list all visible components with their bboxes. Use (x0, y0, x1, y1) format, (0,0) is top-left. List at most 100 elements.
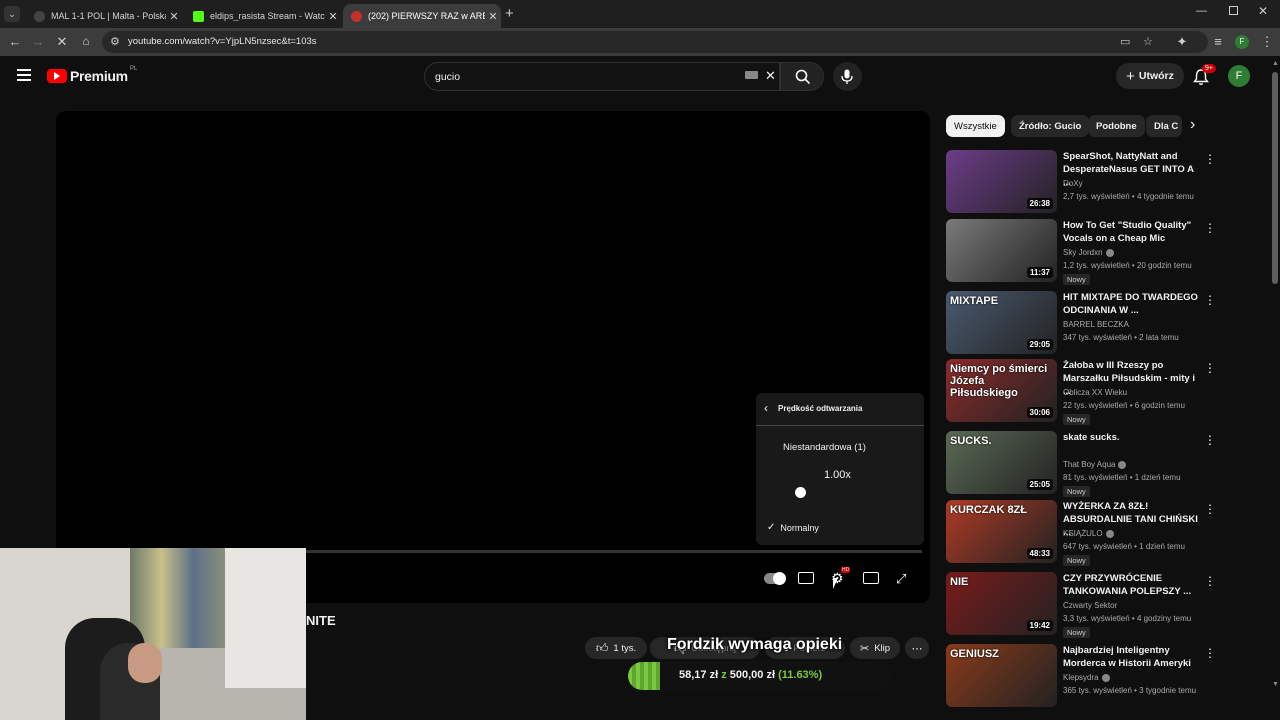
video-thumbnail[interactable]: 26:38 (946, 150, 1057, 213)
more-vertical-icon[interactable]: ⋮ (1204, 502, 1216, 516)
recommendation-title[interactable]: How To Get "Studio Quality" Vocals on a … (1063, 219, 1198, 245)
browser-tab-active[interactable]: (202) PIERWSZY RAZ w ARENA ✕ (343, 4, 501, 28)
create-button[interactable]: + Utwórz (1116, 63, 1184, 89)
browser-menu-icon[interactable]: ⋮ (1259, 34, 1275, 50)
miniplayer-icon[interactable] (863, 572, 879, 584)
recommendation-channel[interactable]: Klepsydra (1063, 673, 1110, 682)
video-thumbnail[interactable]: KURCZAK 8ZŁ 48:33 (946, 500, 1057, 563)
media-controls-icon[interactable]: ≡ (1210, 34, 1226, 49)
scrollbar-up-icon[interactable]: ▲ (1272, 60, 1279, 67)
chip-related[interactable]: Podobne (1088, 115, 1145, 137)
normal-speed-option[interactable]: ✓ Normalny (767, 522, 819, 533)
profile-avatar[interactable]: F (1235, 35, 1249, 49)
recommendation-channel[interactable]: KSIĄŻULO (1063, 529, 1114, 538)
more-vertical-icon[interactable]: ⋮ (1204, 433, 1216, 447)
clear-search-icon[interactable]: ✕ (765, 68, 776, 84)
recommendation-channel[interactable]: Czwarty Sektor (1063, 601, 1117, 610)
recommendation-item[interactable]: KURCZAK 8ZŁ 48:33 WYŻERKA ZA 8ZŁ! ABSURDAL… (946, 500, 1266, 566)
install-app-icon[interactable]: ▭ (1120, 35, 1130, 48)
browser-tab[interactable]: eldips_rasista Stream - Watch Li ✕ (185, 4, 341, 28)
autoplay-toggle[interactable] (764, 572, 786, 585)
keyboard-icon[interactable] (745, 71, 758, 79)
speed-slider[interactable] (766, 487, 906, 498)
speed-slider-thumb[interactable] (795, 487, 806, 498)
recommendation-channel[interactable]: BARREL BECZKA (1063, 320, 1129, 329)
fullscreen-icon[interactable]: ⤢ (896, 571, 906, 587)
chips-next-icon[interactable]: › (1190, 116, 1195, 134)
bookmark-star-icon[interactable]: ☆ (1143, 35, 1153, 48)
recommendation-item[interactable]: MIXTAPE 29:05 HIT MIXTAPE DO TWARDEGO ODCI… (946, 291, 1266, 357)
webcam-face (128, 643, 162, 683)
video-thumbnail[interactable]: NIE 19:42 (946, 572, 1057, 635)
recommendation-title[interactable]: Najbardziej Inteligentny Morderca w Hist… (1063, 644, 1198, 670)
video-player[interactable]: ‹ Prędkość odtwarzania Niestandardowa (1… (56, 111, 930, 603)
clip-button[interactable]: ✂ Klip (850, 637, 900, 659)
recommendation-item[interactable]: NIE 19:42 CZY PRZYWRÓCENIE TANKOWANIA POLE… (946, 572, 1266, 638)
tab-close-icon[interactable]: ✕ (325, 10, 341, 23)
custom-speed-label[interactable]: Niestandardowa (1) (783, 442, 866, 453)
video-thumbnail[interactable]: Niemcy po śmierci Józefa Piłsudskiego 30:… (946, 359, 1057, 422)
normal-speed-label: Normalny (780, 522, 819, 533)
extensions-icon[interactable]: ✦ (1174, 34, 1190, 50)
more-vertical-icon[interactable]: ⋮ (1204, 152, 1216, 166)
more-vertical-icon[interactable]: ⋮ (1204, 646, 1216, 660)
video-thumbnail[interactable]: GENIUSZ (946, 644, 1057, 707)
recommendation-channel[interactable]: Sky Jordxn (1063, 248, 1114, 257)
more-vertical-icon[interactable]: ⋮ (1204, 361, 1216, 375)
search-box[interactable]: gucio ✕ (424, 62, 780, 91)
account-avatar[interactable]: F (1228, 65, 1250, 87)
recommendation-channel[interactable]: Oblicza XX Wieku (1063, 388, 1127, 397)
video-progress-bar[interactable] (306, 550, 922, 553)
recommendation-item[interactable]: 26:38 SpearShot, NattyNatt and DesperateN… (946, 150, 1266, 216)
tab-close-icon[interactable]: ✕ (166, 10, 182, 23)
recommendation-item[interactable]: SUCKS. 25:05 skate sucks. That Boy Aqua 81 t… (946, 431, 1266, 497)
forward-button[interactable]: → (30, 34, 46, 49)
home-button[interactable]: ⌂ (78, 34, 94, 48)
thumbs-up-icon: 👍︎ (595, 640, 609, 655)
guide-menu-icon[interactable] (17, 69, 31, 81)
close-window-button[interactable]: ✕ (1258, 4, 1268, 18)
recommendation-channel[interactable]: That Boy Aqua (1063, 460, 1127, 469)
recommendation-title[interactable]: CZY PRZYWRÓCENIE TANKOWANIA POLEPSZY ... (1063, 572, 1198, 598)
recommendation-title[interactable]: HIT MIXTAPE DO TWARDEGO ODCINANIA W ... (1063, 291, 1198, 317)
voice-search-button[interactable] (833, 62, 862, 91)
recommendation-title[interactable]: SpearShot, NattyNatt and DesperateNasus … (1063, 150, 1198, 189)
minimize-button[interactable]: — (1196, 5, 1207, 17)
more-vertical-icon[interactable]: ⋮ (1204, 293, 1216, 307)
tab-search-button[interactable]: ⌄ (4, 6, 20, 22)
chip-all[interactable]: Wszystkie (946, 115, 1005, 137)
site-info-icon[interactable]: ⚙ (110, 35, 120, 48)
more-actions-button[interactable]: ⋯ (905, 637, 929, 659)
recommendation-item[interactable]: Niemcy po śmierci Józefa Piłsudskiego 30:… (946, 359, 1266, 425)
notifications-button[interactable]: 9+ (1192, 64, 1216, 86)
chip-source-gucio[interactable]: Źródło: Gucio (1011, 115, 1090, 137)
browser-tab[interactable]: MAL 1-1 POL | Malta - Polska 1 ✕ (26, 4, 182, 28)
thumbnail-text: Niemcy po śmierci Józefa Piłsudskiego (950, 363, 1048, 399)
new-tab-button[interactable]: + (505, 5, 514, 22)
search-button[interactable] (780, 62, 824, 91)
recommendation-item[interactable]: 11:37 How To Get "Studio Quality" Vocals … (946, 219, 1266, 285)
video-thumbnail[interactable]: 11:37 (946, 219, 1057, 282)
search-input[interactable]: gucio (435, 71, 460, 83)
back-button[interactable]: ← (7, 34, 23, 49)
speed-panel-header[interactable]: ‹ Prędkość odtwarzania (764, 401, 862, 415)
omnibox[interactable]: ⚙ youtube.com/watch?v=YjpLN5nzsec&t=103s… (102, 31, 1208, 53)
video-thumbnail[interactable]: MIXTAPE 29:05 (946, 291, 1057, 354)
tab-close-icon[interactable]: ✕ (485, 10, 501, 23)
restore-button[interactable] (1229, 6, 1238, 15)
scrollbar-down-icon[interactable]: ▼ (1272, 681, 1279, 688)
page-scrollbar[interactable]: ▲ ▼ (1270, 60, 1280, 720)
recommendation-channel[interactable]: DoXy (1063, 179, 1083, 188)
scrollbar-thumb[interactable] (1272, 72, 1278, 284)
stop-loading-button[interactable]: ✕ (54, 34, 70, 50)
recommendation-item[interactable]: GENIUSZ Najbardziej Inteligentny Morderca… (946, 644, 1266, 710)
url-text[interactable]: youtube.com/watch?v=YjpLN5nzsec&t=103s (128, 36, 317, 47)
more-vertical-icon[interactable]: ⋮ (1204, 574, 1216, 588)
more-vertical-icon[interactable]: ⋮ (1204, 221, 1216, 235)
like-button[interactable]: 👍︎ 1 tys. (585, 637, 647, 659)
video-thumbnail[interactable]: SUCKS. 25:05 (946, 431, 1057, 494)
subtitles-icon[interactable] (798, 572, 814, 584)
chip-for-you[interactable]: Dla C (1146, 115, 1182, 137)
recommendation-title[interactable]: skate sucks. (1063, 431, 1198, 444)
youtube-logo[interactable]: Premium PL (47, 66, 137, 84)
